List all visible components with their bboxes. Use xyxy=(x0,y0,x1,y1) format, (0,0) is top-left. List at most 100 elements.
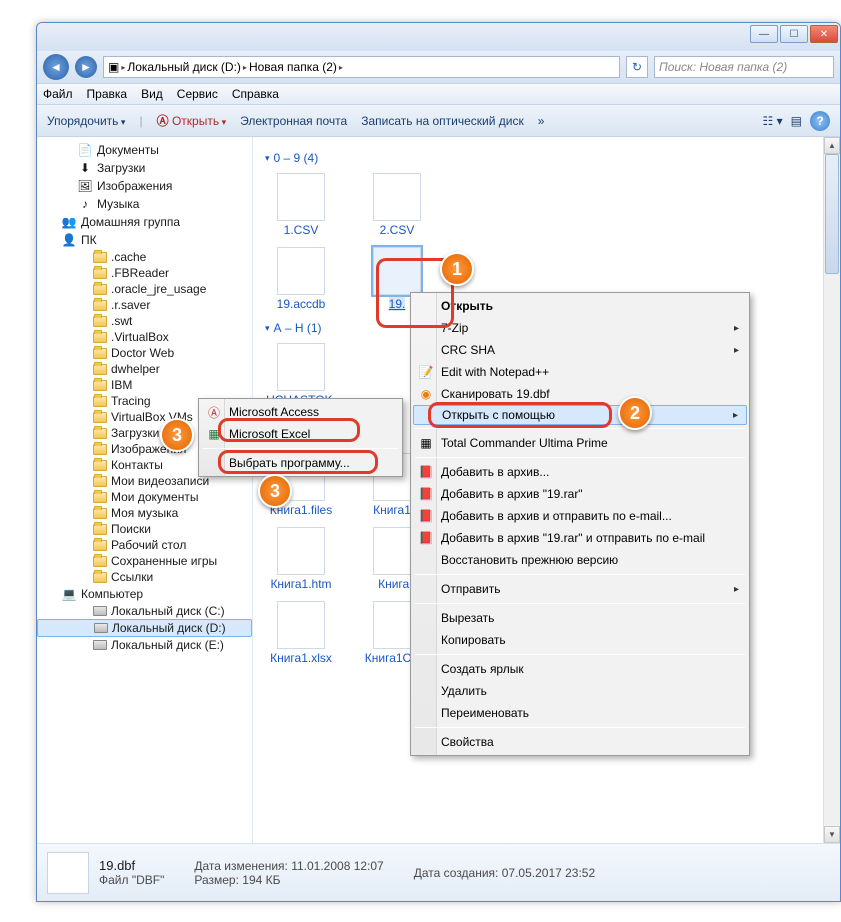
ctx-7zip[interactable]: 7-Zip xyxy=(413,317,747,339)
ctx-cut[interactable]: Вырезать xyxy=(413,607,747,629)
file-19accdb[interactable]: 19.accdb xyxy=(265,247,337,311)
folder-icon xyxy=(93,428,107,439)
view-button[interactable]: ☷ ▾ xyxy=(763,114,783,128)
tree-folder[interactable]: .FBReader xyxy=(37,265,252,281)
ctx-restore[interactable]: Восстановить прежнюю версию xyxy=(413,549,747,571)
nav-forward-button[interactable]: ► xyxy=(75,56,97,78)
tree-folder[interactable]: Поиски xyxy=(37,521,252,537)
help-icon[interactable]: ? xyxy=(810,111,830,131)
ctx-open[interactable]: Открыть xyxy=(413,295,747,317)
address-bar: ◄ ► ▣▸ Локальный диск (D:)▸ Новая папка … xyxy=(37,51,840,83)
file-1csv[interactable]: 1.CSV xyxy=(265,173,337,237)
file-k1htm[interactable]: Книга1.htm xyxy=(265,527,337,591)
tree-folder[interactable]: dwhelper xyxy=(37,361,252,377)
tree-folder[interactable]: Сохраненные игры xyxy=(37,553,252,569)
scroll-thumb[interactable] xyxy=(825,154,839,274)
tree-folder[interactable]: .swt xyxy=(37,313,252,329)
group-header-0[interactable]: ▾0 – 9 (4) xyxy=(265,151,828,165)
breadcrumb-drive[interactable]: Локальный диск (D:) xyxy=(127,60,241,74)
tree-folder[interactable]: Doctor Web xyxy=(37,345,252,361)
email-button[interactable]: Электронная почта xyxy=(240,114,347,128)
ctx-scan[interactable]: ◉Сканировать 19.dbf xyxy=(413,383,747,405)
rar-icon: 📕 xyxy=(417,463,435,481)
tree-folder[interactable]: Моя музыка xyxy=(37,505,252,521)
tree-folder[interactable]: Ссылки xyxy=(37,569,252,585)
folder-icon xyxy=(93,300,107,311)
tree-drive-e[interactable]: Локальный диск (E:) xyxy=(37,637,252,653)
ctx-open-with[interactable]: Открыть с помощью xyxy=(413,405,747,425)
ctx-copy[interactable]: Копировать xyxy=(413,629,747,651)
ctx-send[interactable]: Отправить xyxy=(413,578,747,600)
organize-button[interactable]: Упорядочить xyxy=(47,114,125,128)
callout-1: 1 xyxy=(440,252,474,286)
menu-help[interactable]: Справка xyxy=(232,87,279,101)
callout-3a: 3 xyxy=(160,418,194,452)
menu-edit[interactable]: Правка xyxy=(87,87,128,101)
ctx-shortcut[interactable]: Создать ярлык xyxy=(413,658,747,680)
folder-icon xyxy=(93,444,107,455)
tree-folder[interactable]: .oracle_jre_usage xyxy=(37,281,252,297)
ctx-crc[interactable]: CRC SHA xyxy=(413,339,747,361)
submenu-excel[interactable]: ▦Microsoft Excel xyxy=(201,423,400,445)
scroll-up[interactable]: ▲ xyxy=(824,137,840,154)
breadcrumb[interactable]: ▣▸ Локальный диск (D:)▸ Новая папка (2)▸ xyxy=(103,56,620,78)
refresh-button[interactable]: ↻ xyxy=(626,56,648,78)
tree-pc[interactable]: 👤ПК xyxy=(37,231,252,249)
ctx-delete[interactable]: Удалить xyxy=(413,680,747,702)
tree-folder[interactable]: .VirtualBox xyxy=(37,329,252,345)
nav-tree[interactable]: 📄Документы ⬇Загрузки 🖼Изображения ♪Музык… xyxy=(37,137,253,843)
context-menu: Открыть 7-Zip CRC SHA 📝Edit with Notepad… xyxy=(410,292,750,756)
breadcrumb-folder[interactable]: Новая папка (2) xyxy=(249,60,337,74)
ctx-archive3[interactable]: 📕Добавить в архив и отправить по e-mail.… xyxy=(413,505,747,527)
tree-drive-c[interactable]: Локальный диск (C:) xyxy=(37,603,252,619)
close-button[interactable]: ✕ xyxy=(810,25,838,43)
minimize-button[interactable]: — xyxy=(750,25,778,43)
folder-icon xyxy=(93,460,107,471)
menu-file[interactable]: Файл xyxy=(43,87,73,101)
preview-pane-button[interactable]: ▤ xyxy=(791,114,802,128)
ctx-archive1[interactable]: 📕Добавить в архив... xyxy=(413,461,747,483)
ctx-tc[interactable]: ▦Total Commander Ultima Prime xyxy=(413,432,747,454)
menu-view[interactable]: Вид xyxy=(141,87,163,101)
ctx-rename[interactable]: Переименовать xyxy=(413,702,747,724)
tree-drive-d[interactable]: Локальный диск (D:) xyxy=(37,619,252,637)
search-input[interactable]: Поиск: Новая папка (2) xyxy=(654,56,834,78)
file-2csv[interactable]: 2.CSV xyxy=(361,173,433,237)
notepad-icon: 📝 xyxy=(417,363,435,381)
tree-homegroup[interactable]: 👥Домашняя группа xyxy=(37,213,252,231)
tree-pictures[interactable]: 🖼Изображения xyxy=(37,177,252,195)
tree-folder[interactable]: .cache xyxy=(37,249,252,265)
maximize-button[interactable]: ☐ xyxy=(780,25,808,43)
tree-folder[interactable]: IBM xyxy=(37,377,252,393)
tree-folder[interactable]: Мои документы xyxy=(37,489,252,505)
burn-button[interactable]: Записать на оптический диск xyxy=(361,114,524,128)
rar-icon: 📕 xyxy=(417,507,435,525)
tree-documents[interactable]: 📄Документы xyxy=(37,141,252,159)
menu-tools[interactable]: Сервис xyxy=(177,87,218,101)
ctx-archive4[interactable]: 📕Добавить в архив "19.rar" и отправить п… xyxy=(413,527,747,549)
submenu-choose[interactable]: Выбрать программу... xyxy=(201,452,400,474)
tree-folder[interactable]: Рабочий стол xyxy=(37,537,252,553)
scroll-down[interactable]: ▼ xyxy=(824,826,840,843)
ctx-archive2[interactable]: 📕Добавить в архив "19.rar" xyxy=(413,483,747,505)
open-button[interactable]: Открыть xyxy=(172,114,226,128)
scrollbar[interactable]: ▲ ▼ xyxy=(823,137,840,843)
command-bar: Упорядочить | Ⓐ Открыть Электронная почт… xyxy=(37,105,840,137)
folder-icon xyxy=(93,332,107,343)
tree-downloads[interactable]: ⬇Загрузки xyxy=(37,159,252,177)
tree-music[interactable]: ♪Музыка xyxy=(37,195,252,213)
submenu-access[interactable]: ⒶMicrosoft Access xyxy=(201,401,400,423)
nav-back-button[interactable]: ◄ xyxy=(43,54,69,80)
folder-icon xyxy=(93,508,107,519)
folder-icon xyxy=(93,316,107,327)
file-k1xlsx[interactable]: Книга1.xlsx xyxy=(265,601,337,665)
excel-icon: ▦ xyxy=(205,425,223,443)
tree-computer[interactable]: 💻Компьютер xyxy=(37,585,252,603)
details-icon xyxy=(47,852,89,894)
ctx-props[interactable]: Свойства xyxy=(413,731,747,753)
tree-folder[interactable]: .r.saver xyxy=(37,297,252,313)
open-with-submenu: ⒶMicrosoft Access ▦Microsoft Excel Выбра… xyxy=(198,398,403,477)
folder-icon xyxy=(93,284,107,295)
more-commands[interactable]: » xyxy=(538,114,545,128)
ctx-notepad[interactable]: 📝Edit with Notepad++ xyxy=(413,361,747,383)
